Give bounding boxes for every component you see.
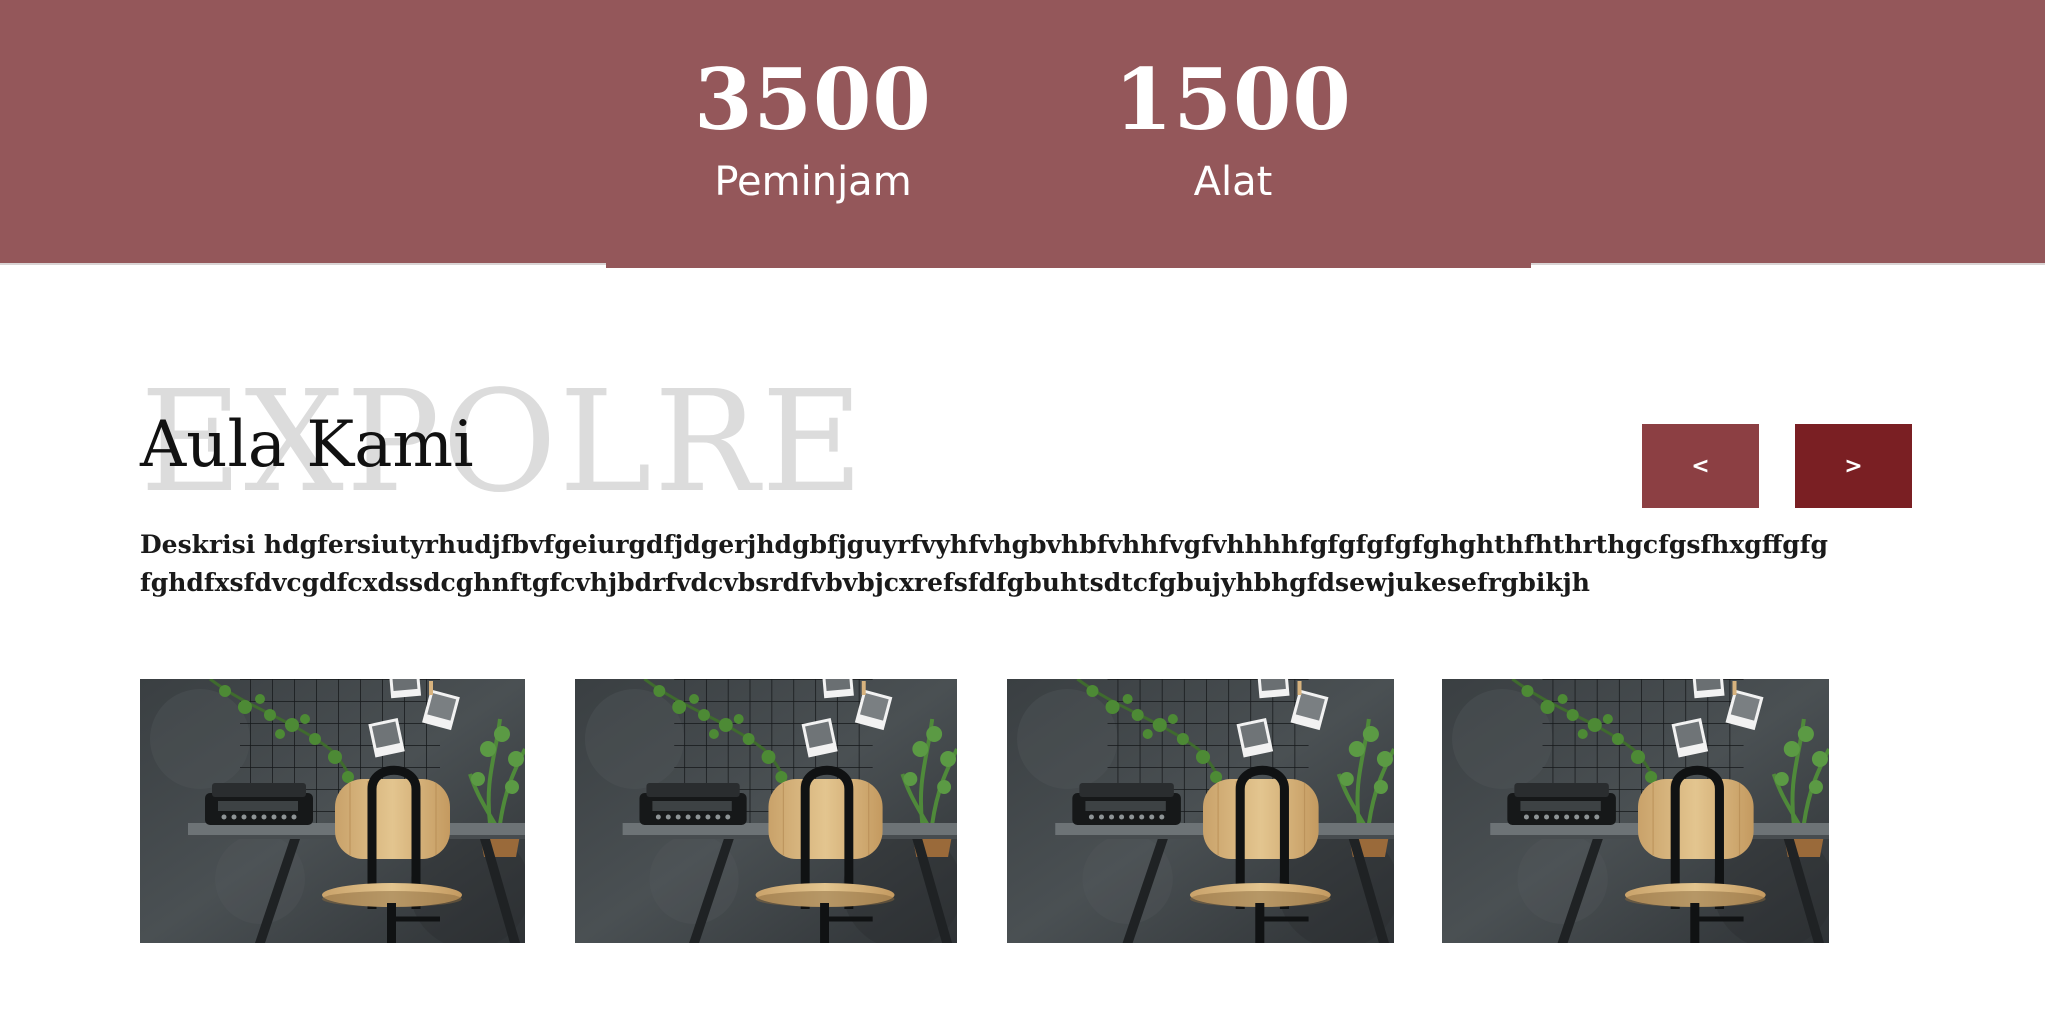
carousel-prev-button[interactable]: < [1642, 424, 1759, 508]
section-description: Deskrisi hdgfersiutyrhudjfbvfgeiurgdfjdg… [140, 526, 1920, 602]
desk-chair-photo-icon [1442, 679, 1829, 943]
desk-chair-photo-icon [575, 679, 957, 943]
desk-chair-photo-icon [1007, 679, 1394, 943]
stat-label: Peminjam [714, 159, 912, 205]
stat-value: 3500 [694, 50, 932, 149]
description-line: fghdfxsfdvcgdfcxdssdcghnftgfcvhjbdrfvdcv… [140, 568, 1590, 597]
stats-banner: 3500 Peminjam 1500 Alat [0, 0, 2045, 265]
gallery-item[interactable] [575, 679, 957, 943]
gallery-item[interactable] [140, 679, 525, 943]
stat-label: Alat [1193, 159, 1273, 205]
stat-tools: 1500 Alat [1103, 50, 1363, 206]
stat-borrowers: 3500 Peminjam [683, 50, 943, 206]
banner-underline [606, 262, 1531, 268]
section-title: Aula Kami [140, 408, 474, 482]
description-line: Deskrisi hdgfersiutyrhudjfbvfgeiurgdfjdg… [140, 530, 1828, 559]
stat-value: 1500 [1114, 50, 1352, 149]
gallery-item[interactable] [1442, 679, 1829, 943]
carousel-next-button[interactable]: > [1795, 424, 1912, 508]
gallery-item[interactable] [1007, 679, 1394, 943]
desk-chair-photo-icon [140, 679, 525, 943]
